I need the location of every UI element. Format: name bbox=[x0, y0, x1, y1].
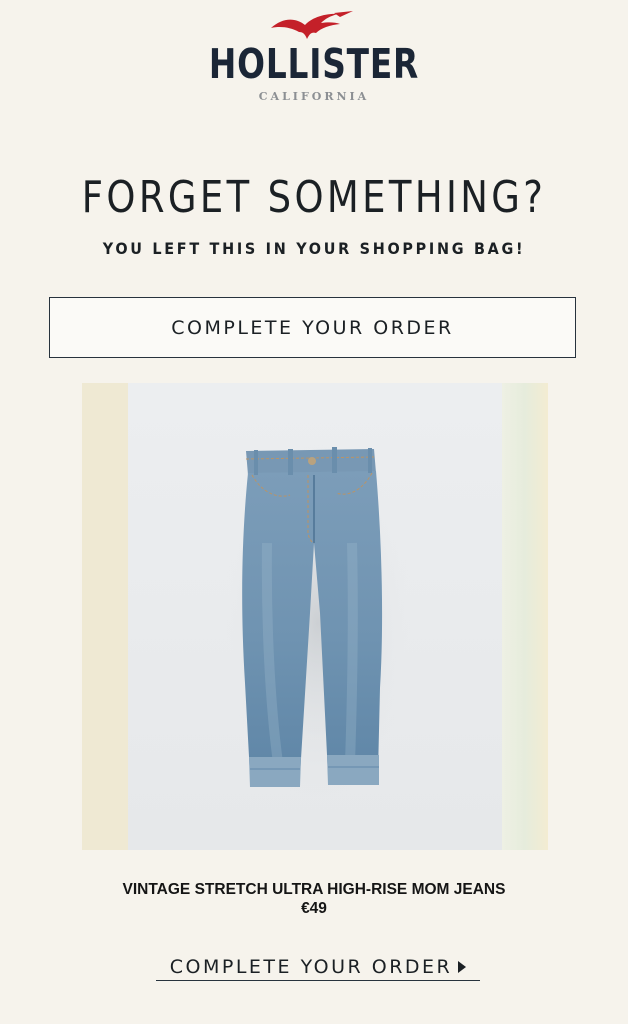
product-image[interactable] bbox=[82, 383, 548, 850]
complete-order-link-label: COMPLETE YOUR ORDER bbox=[169, 955, 453, 978]
complete-order-link[interactable]: COMPLETE YOUR ORDER bbox=[156, 953, 480, 981]
page-subline: YOU LEFT THIS IN YOUR SHOPPING BAG! bbox=[102, 239, 526, 258]
page-headline: FORGET SOMETHING? bbox=[81, 172, 547, 223]
product-name[interactable]: VINTAGE STRETCH ULTRA HIGH-RISE MOM JEAN… bbox=[0, 880, 628, 899]
brand-subtitle: CALIFORNIA bbox=[258, 90, 370, 103]
brand-header: HOLLISTER CALIFORNIA bbox=[0, 0, 628, 118]
brand-name[interactable]: HOLLISTER bbox=[63, 36, 565, 92]
jeans-illustration bbox=[82, 383, 548, 850]
complete-order-button-label: COMPLETE YOUR ORDER bbox=[171, 316, 454, 339]
product-price: €49 bbox=[301, 900, 327, 917]
complete-order-button[interactable]: COMPLETE YOUR ORDER bbox=[49, 297, 576, 358]
arrow-right-icon bbox=[458, 960, 467, 973]
